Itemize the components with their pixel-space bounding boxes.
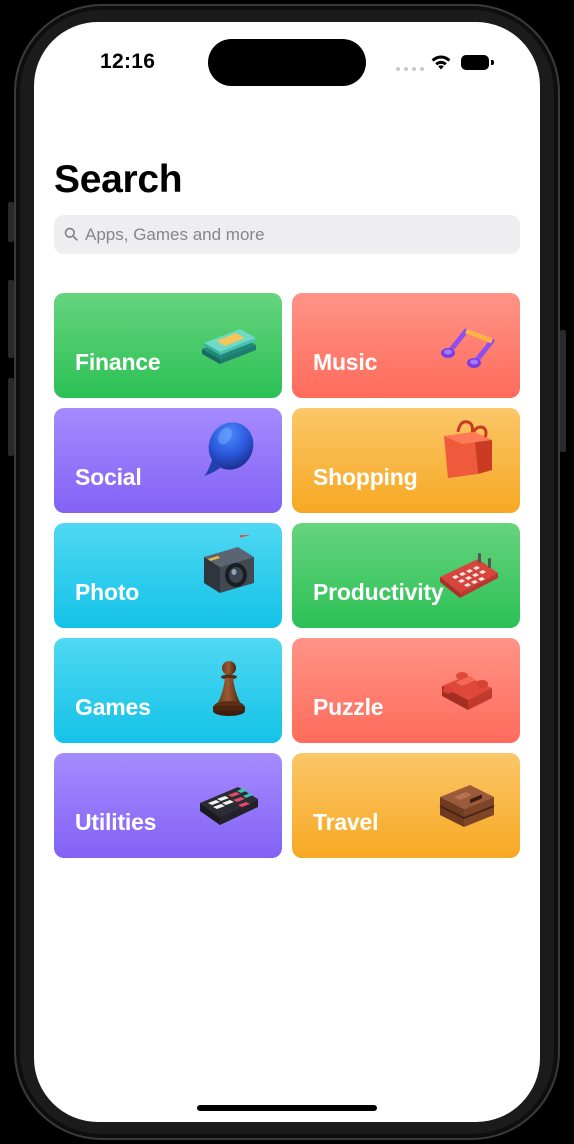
speech-bubble-icon bbox=[204, 422, 254, 476]
search-input[interactable] bbox=[85, 215, 505, 254]
calculator-icon bbox=[200, 787, 258, 825]
category-label: Puzzle bbox=[313, 694, 384, 720]
category-travel[interactable]: Travel bbox=[292, 753, 520, 858]
power-button[interactable] bbox=[560, 330, 566, 452]
suitcase-icon bbox=[439, 785, 495, 827]
music-notes-icon bbox=[441, 328, 495, 368]
status-time: 12:16 bbox=[100, 50, 156, 73]
status-bar: 12:16 bbox=[34, 22, 540, 102]
search-bar[interactable] bbox=[54, 215, 520, 254]
home-indicator[interactable] bbox=[197, 1105, 377, 1111]
category-label: Photo bbox=[75, 579, 140, 605]
camera-icon bbox=[204, 535, 254, 593]
page-title: Search bbox=[54, 158, 183, 201]
puzzle-piece-icon bbox=[442, 672, 492, 710]
battery-icon bbox=[461, 55, 495, 70]
category-label: Music bbox=[313, 349, 378, 375]
category-photo[interactable]: Photo bbox=[54, 523, 282, 628]
category-label: Productivity bbox=[313, 579, 444, 605]
category-label: Social bbox=[75, 464, 142, 490]
category-label: Utilities bbox=[75, 809, 157, 835]
category-label: Games bbox=[75, 694, 151, 720]
dynamic-island bbox=[208, 39, 366, 86]
category-productivity[interactable]: Productivity bbox=[292, 523, 520, 628]
money-stack-icon bbox=[202, 329, 256, 364]
cellular-signal-icon bbox=[396, 65, 424, 71]
category-social[interactable]: Social bbox=[54, 408, 282, 513]
category-label: Shopping bbox=[313, 464, 418, 490]
chess-pawn-icon bbox=[213, 661, 245, 716]
category-shopping[interactable]: Shopping bbox=[292, 408, 520, 513]
shopping-bag-icon bbox=[444, 420, 492, 478]
category-label: Finance bbox=[75, 349, 161, 375]
calendar-icon bbox=[440, 553, 498, 598]
category-label: Travel bbox=[313, 809, 379, 835]
category-utilities[interactable]: Utilities bbox=[54, 753, 282, 858]
category-puzzle[interactable]: Puzzle bbox=[292, 638, 520, 743]
screen: 12:16 Search Finance bbox=[34, 22, 540, 1122]
category-music[interactable]: Music bbox=[292, 293, 520, 398]
category-games[interactable]: Games bbox=[54, 638, 282, 743]
search-icon bbox=[64, 227, 78, 241]
category-finance[interactable]: Finance bbox=[54, 293, 282, 398]
wifi-icon bbox=[431, 55, 451, 70]
